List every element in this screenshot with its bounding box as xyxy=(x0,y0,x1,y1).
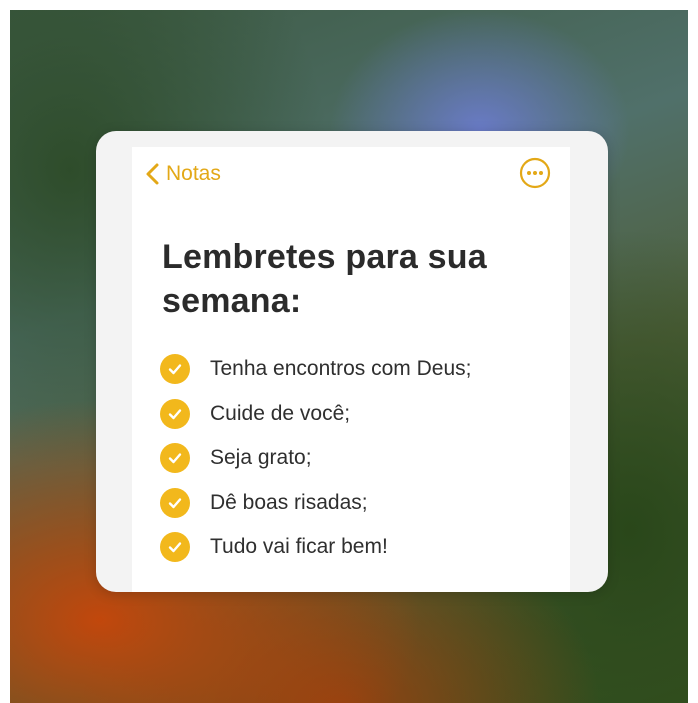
back-button-label: Notas xyxy=(166,162,221,185)
note-title: Lembretes para sua semana: xyxy=(162,238,487,320)
blurred-background: Notas Lembretes para sua semana: Tenha e… xyxy=(10,10,688,703)
notes-widget: Notas Lembretes para sua semana: Tenha e… xyxy=(96,131,608,592)
checklist-item-text: Cuide de você; xyxy=(210,401,351,425)
chevron-left-icon xyxy=(146,163,159,185)
checklist-item: Dê boas risadas; xyxy=(160,481,471,526)
checkbox-checked-icon[interactable] xyxy=(160,354,190,385)
more-options-icon[interactable] xyxy=(519,157,551,189)
checkbox-checked-icon[interactable] xyxy=(160,398,190,429)
checkbox-checked-icon[interactable] xyxy=(160,487,190,518)
note-page: Notas Lembretes para sua semana: Tenha e… xyxy=(132,147,570,592)
checklist-item: Cuide de você; xyxy=(160,392,471,437)
checklist-item: Tenha encontros com Deus; xyxy=(160,347,471,392)
checklist: Tenha encontros com Deus; Cuide de você;… xyxy=(160,347,471,570)
checkbox-checked-icon[interactable] xyxy=(160,532,190,563)
checklist-item: Seja grato; xyxy=(160,436,471,481)
back-button[interactable]: Notas xyxy=(144,159,221,189)
checkbox-checked-icon[interactable] xyxy=(160,443,190,474)
checklist-item-text: Seja grato; xyxy=(210,446,312,470)
checklist-item-text: Dê boas risadas; xyxy=(210,490,368,514)
checklist-item-text: Tudo vai ficar bem! xyxy=(210,535,388,559)
checklist-item: Tudo vai ficar bem! xyxy=(160,525,471,570)
checklist-item-text: Tenha encontros com Deus; xyxy=(210,357,472,381)
